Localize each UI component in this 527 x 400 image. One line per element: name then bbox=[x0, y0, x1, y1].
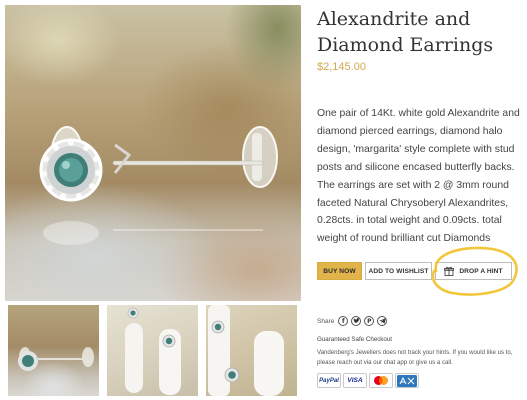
earring-illustration bbox=[39, 126, 278, 245]
share-label: Share bbox=[317, 317, 335, 325]
product-title: Alexandrite and Diamond Earrings bbox=[317, 6, 522, 58]
thumbnail-display-stand bbox=[125, 307, 181, 395]
thumbnail-1[interactable] bbox=[8, 305, 99, 396]
mastercard-icon bbox=[374, 376, 388, 385]
pinterest-icon[interactable]: P bbox=[364, 316, 375, 326]
amex-badge bbox=[395, 373, 419, 388]
product-title-line-2: Diamond Earrings bbox=[317, 34, 494, 56]
main-product-photo[interactable]: product-photo bbox=[5, 5, 301, 301]
add-to-wishlist-button[interactable]: ADD TO WISHLIST bbox=[365, 262, 432, 280]
hint-privacy-note: Vandenberg's Jewellers does not track yo… bbox=[317, 349, 513, 366]
buy-now-button[interactable]: BUY NOW bbox=[317, 262, 362, 280]
product-title-line-1: Alexandrite and bbox=[317, 8, 471, 30]
gift-icon bbox=[444, 266, 455, 276]
twitter-icon[interactable] bbox=[351, 316, 362, 326]
product-price: $2,145.00 bbox=[317, 61, 366, 73]
thumbnail-display-closeup bbox=[208, 305, 284, 396]
share-row: Share f P bbox=[317, 316, 390, 326]
thumbnail-earring-side-view bbox=[18, 347, 94, 371]
safe-checkout-title: Guaranteed Safe Checkout bbox=[317, 336, 392, 343]
visa-badge: VISA bbox=[343, 373, 367, 388]
mastercard-badge bbox=[369, 373, 393, 388]
drop-a-hint-button[interactable]: DROP A HINT bbox=[435, 262, 512, 280]
thumbnail-2[interactable] bbox=[107, 305, 198, 396]
telegram-icon[interactable] bbox=[377, 316, 388, 326]
paypal-badge: PayPal bbox=[317, 373, 341, 388]
product-description: One pair of 14Kt. white gold Alexandrite… bbox=[317, 108, 520, 245]
amex-icon bbox=[397, 374, 417, 387]
facebook-icon[interactable]: f bbox=[338, 316, 349, 326]
drop-a-hint-label: DROP A HINT bbox=[459, 267, 503, 275]
thumbnail-3[interactable] bbox=[206, 305, 297, 396]
